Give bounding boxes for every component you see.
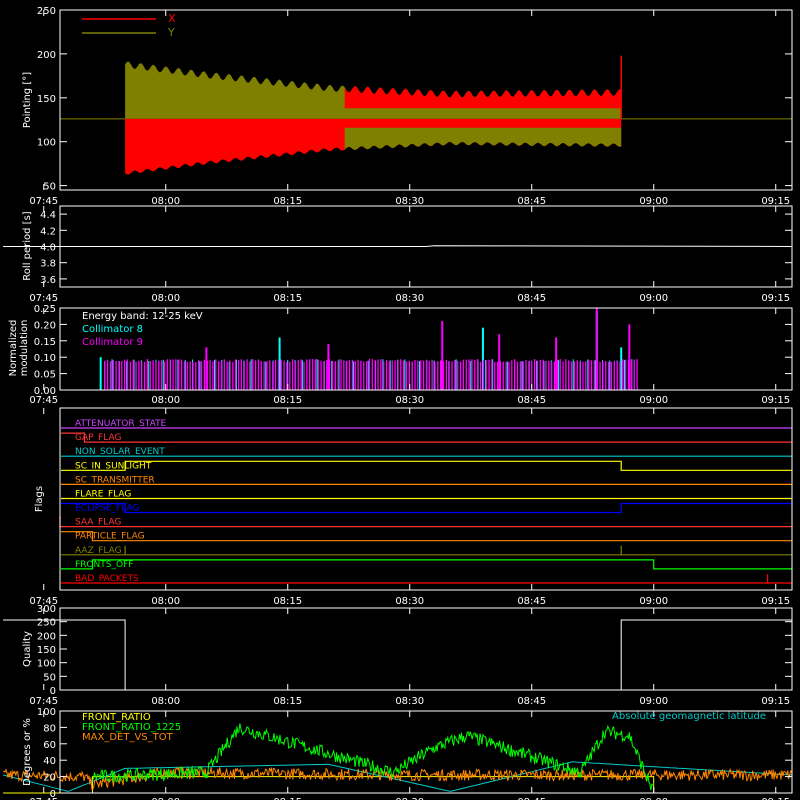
stix-quicklook-figure: 50 100 150 200 250 07:45 08:00 08:15 08:30 08:45 0…: [0, 0, 800, 800]
roll-ytick-label: 4.4: [40, 210, 56, 221]
roll-ylabel: Roll period [s]: [22, 211, 33, 280]
quality-xtick-label: 08:15: [273, 696, 302, 707]
roll-ytick-label: 3.6: [40, 275, 56, 286]
pointing-ylabel: Pointing [°]: [22, 72, 33, 128]
flags-xtick-label: 08:15: [273, 596, 302, 607]
pointing-xtick-label: 08:30: [395, 196, 424, 207]
pointing-ytick-label: 150: [37, 94, 56, 105]
pointing-ytick-label: 100: [37, 138, 56, 149]
roll-ytick-label: 4.0: [40, 243, 56, 254]
modulation-ylabel-1: Normalized: [8, 320, 19, 377]
modulation-ylabel-2: modulation: [19, 320, 30, 377]
roll-ytick-label: 3.8: [40, 259, 56, 270]
pointing-xtick-label: 08:00: [151, 196, 180, 207]
quality-xtick-label: 08:45: [517, 696, 546, 707]
geo-ytick-label: 60: [43, 740, 56, 751]
roll-xtick-label: 08:15: [273, 293, 302, 304]
modulation-ytick-label: 0.05: [34, 370, 56, 381]
quality-ytick-label: 200: [37, 631, 56, 642]
quality-xtick-label: 07:45: [29, 696, 58, 707]
quality-ytick-label: 100: [37, 659, 56, 670]
modulation-ytick-label: 0.20: [34, 320, 56, 331]
roll-xtick-label: 08:00: [151, 293, 180, 304]
flags-ylabel: Flags: [34, 486, 45, 512]
modulation-ytick-label: 0.15: [34, 337, 56, 348]
geo-ytick-label: 100: [37, 707, 56, 718]
geo-ytick-label: 20: [43, 773, 56, 784]
flag-label-aaz-flag: AAZ_FLAG: [75, 546, 122, 556]
roll-xtick-label: 08:30: [395, 293, 424, 304]
modulation-ytick-label: 0.25: [34, 304, 56, 315]
modulation-xtick-label: 09:00: [639, 395, 668, 406]
geo-ylabel: Degrees or %: [22, 718, 33, 786]
pointing-ytick-label: 200: [37, 50, 56, 61]
pointing-xtick-label: 08:45: [517, 196, 546, 207]
quality-xtick-label: 08:30: [395, 696, 424, 707]
roll-xtick-label: 09:15: [761, 293, 790, 304]
flags-xtick-label: 09:15: [761, 596, 790, 607]
pointing-xtick-label: 07:45: [29, 196, 58, 207]
geo-legend-geomag-latitude: Absolute geomagnetic latitude: [612, 711, 766, 722]
flag-label-sc-in-sunlight: SC_IN_SUNLIGHT: [75, 461, 152, 471]
flag-label-saa-flag: SAA_FLAG: [75, 518, 121, 528]
modulation-xtick-label: 07:45: [29, 395, 58, 406]
flag-label-sc-transmitter: SC_TRANSMITTER: [75, 475, 155, 485]
modulation-legend-title: Energy band: 12-25 keV: [82, 311, 203, 322]
modulation-xtick-label: 08:45: [517, 395, 546, 406]
quality-ytick-label: 250: [37, 618, 56, 629]
modulation-xtick-label: 09:15: [761, 395, 790, 406]
pointing-xtick-label: 09:15: [761, 196, 790, 207]
flags-xtick-label: 09:00: [639, 596, 668, 607]
flag-label-bad-packets: BAD_PACKETS: [75, 574, 139, 584]
pointing-ytick-label: 250: [37, 6, 56, 17]
flags-xtick-label: 08:45: [517, 596, 546, 607]
modulation-xtick-label: 08:00: [151, 395, 180, 406]
roll-ytick-label: 4.2: [40, 226, 56, 237]
pointing-xtick-label: 08:15: [273, 196, 302, 207]
quality-ylabel: Quality: [22, 631, 33, 667]
flag-label-non-solar-event: NON_SOLAR_EVENT: [75, 447, 165, 457]
flag-label-particle-flag: PARTICLE_FLAG: [75, 532, 145, 542]
flags-xtick-label: 08:00: [151, 596, 180, 607]
modulation-legend-collimator-9: Collimator 9: [82, 337, 143, 348]
roll-xtick-label: 08:45: [517, 293, 546, 304]
modulation-legend-collimator-8: Collimator 8: [82, 324, 143, 335]
flag-label-gap-flag: GAP_FLAG: [75, 433, 121, 443]
flags-xtick-label: 08:30: [395, 596, 424, 607]
quality-xtick-label: 09:00: [639, 696, 668, 707]
quality-xtick-label: 08:00: [151, 696, 180, 707]
quality-ytick-label: 300: [37, 604, 56, 615]
legend-y-label: Y: [167, 26, 175, 39]
flag-label-attenuator-state: ATTENUATOR_STATE: [75, 419, 167, 429]
flag-label-fronts-off: FRONTS_OFF: [75, 560, 133, 570]
modulation-xtick-label: 08:30: [395, 395, 424, 406]
flag-label-eclipse-flag: ECLIPSE_FLAG: [75, 504, 139, 514]
quality-ytick-label: 50: [43, 672, 56, 683]
geo-ytick-label: 80: [43, 723, 56, 734]
pointing-xtick-label: 09:00: [639, 196, 668, 207]
quality-xtick-label: 09:15: [761, 696, 790, 707]
modulation-ytick-label: 0.10: [34, 353, 56, 364]
geo-legend-max-det: MAX_DET_VS_TOT: [82, 732, 174, 743]
roll-xtick-label: 07:45: [29, 293, 58, 304]
flag-label-flare-flag: FLARE_FLAG: [75, 489, 131, 499]
quality-ytick-label: 150: [37, 645, 56, 656]
pointing-ytick-label: 50: [43, 182, 56, 193]
geo-ytick-label: 40: [43, 756, 56, 767]
modulation-xtick-label: 08:15: [273, 395, 302, 406]
roll-xtick-label: 09:00: [639, 293, 668, 304]
legend-x-label: X: [168, 12, 176, 25]
